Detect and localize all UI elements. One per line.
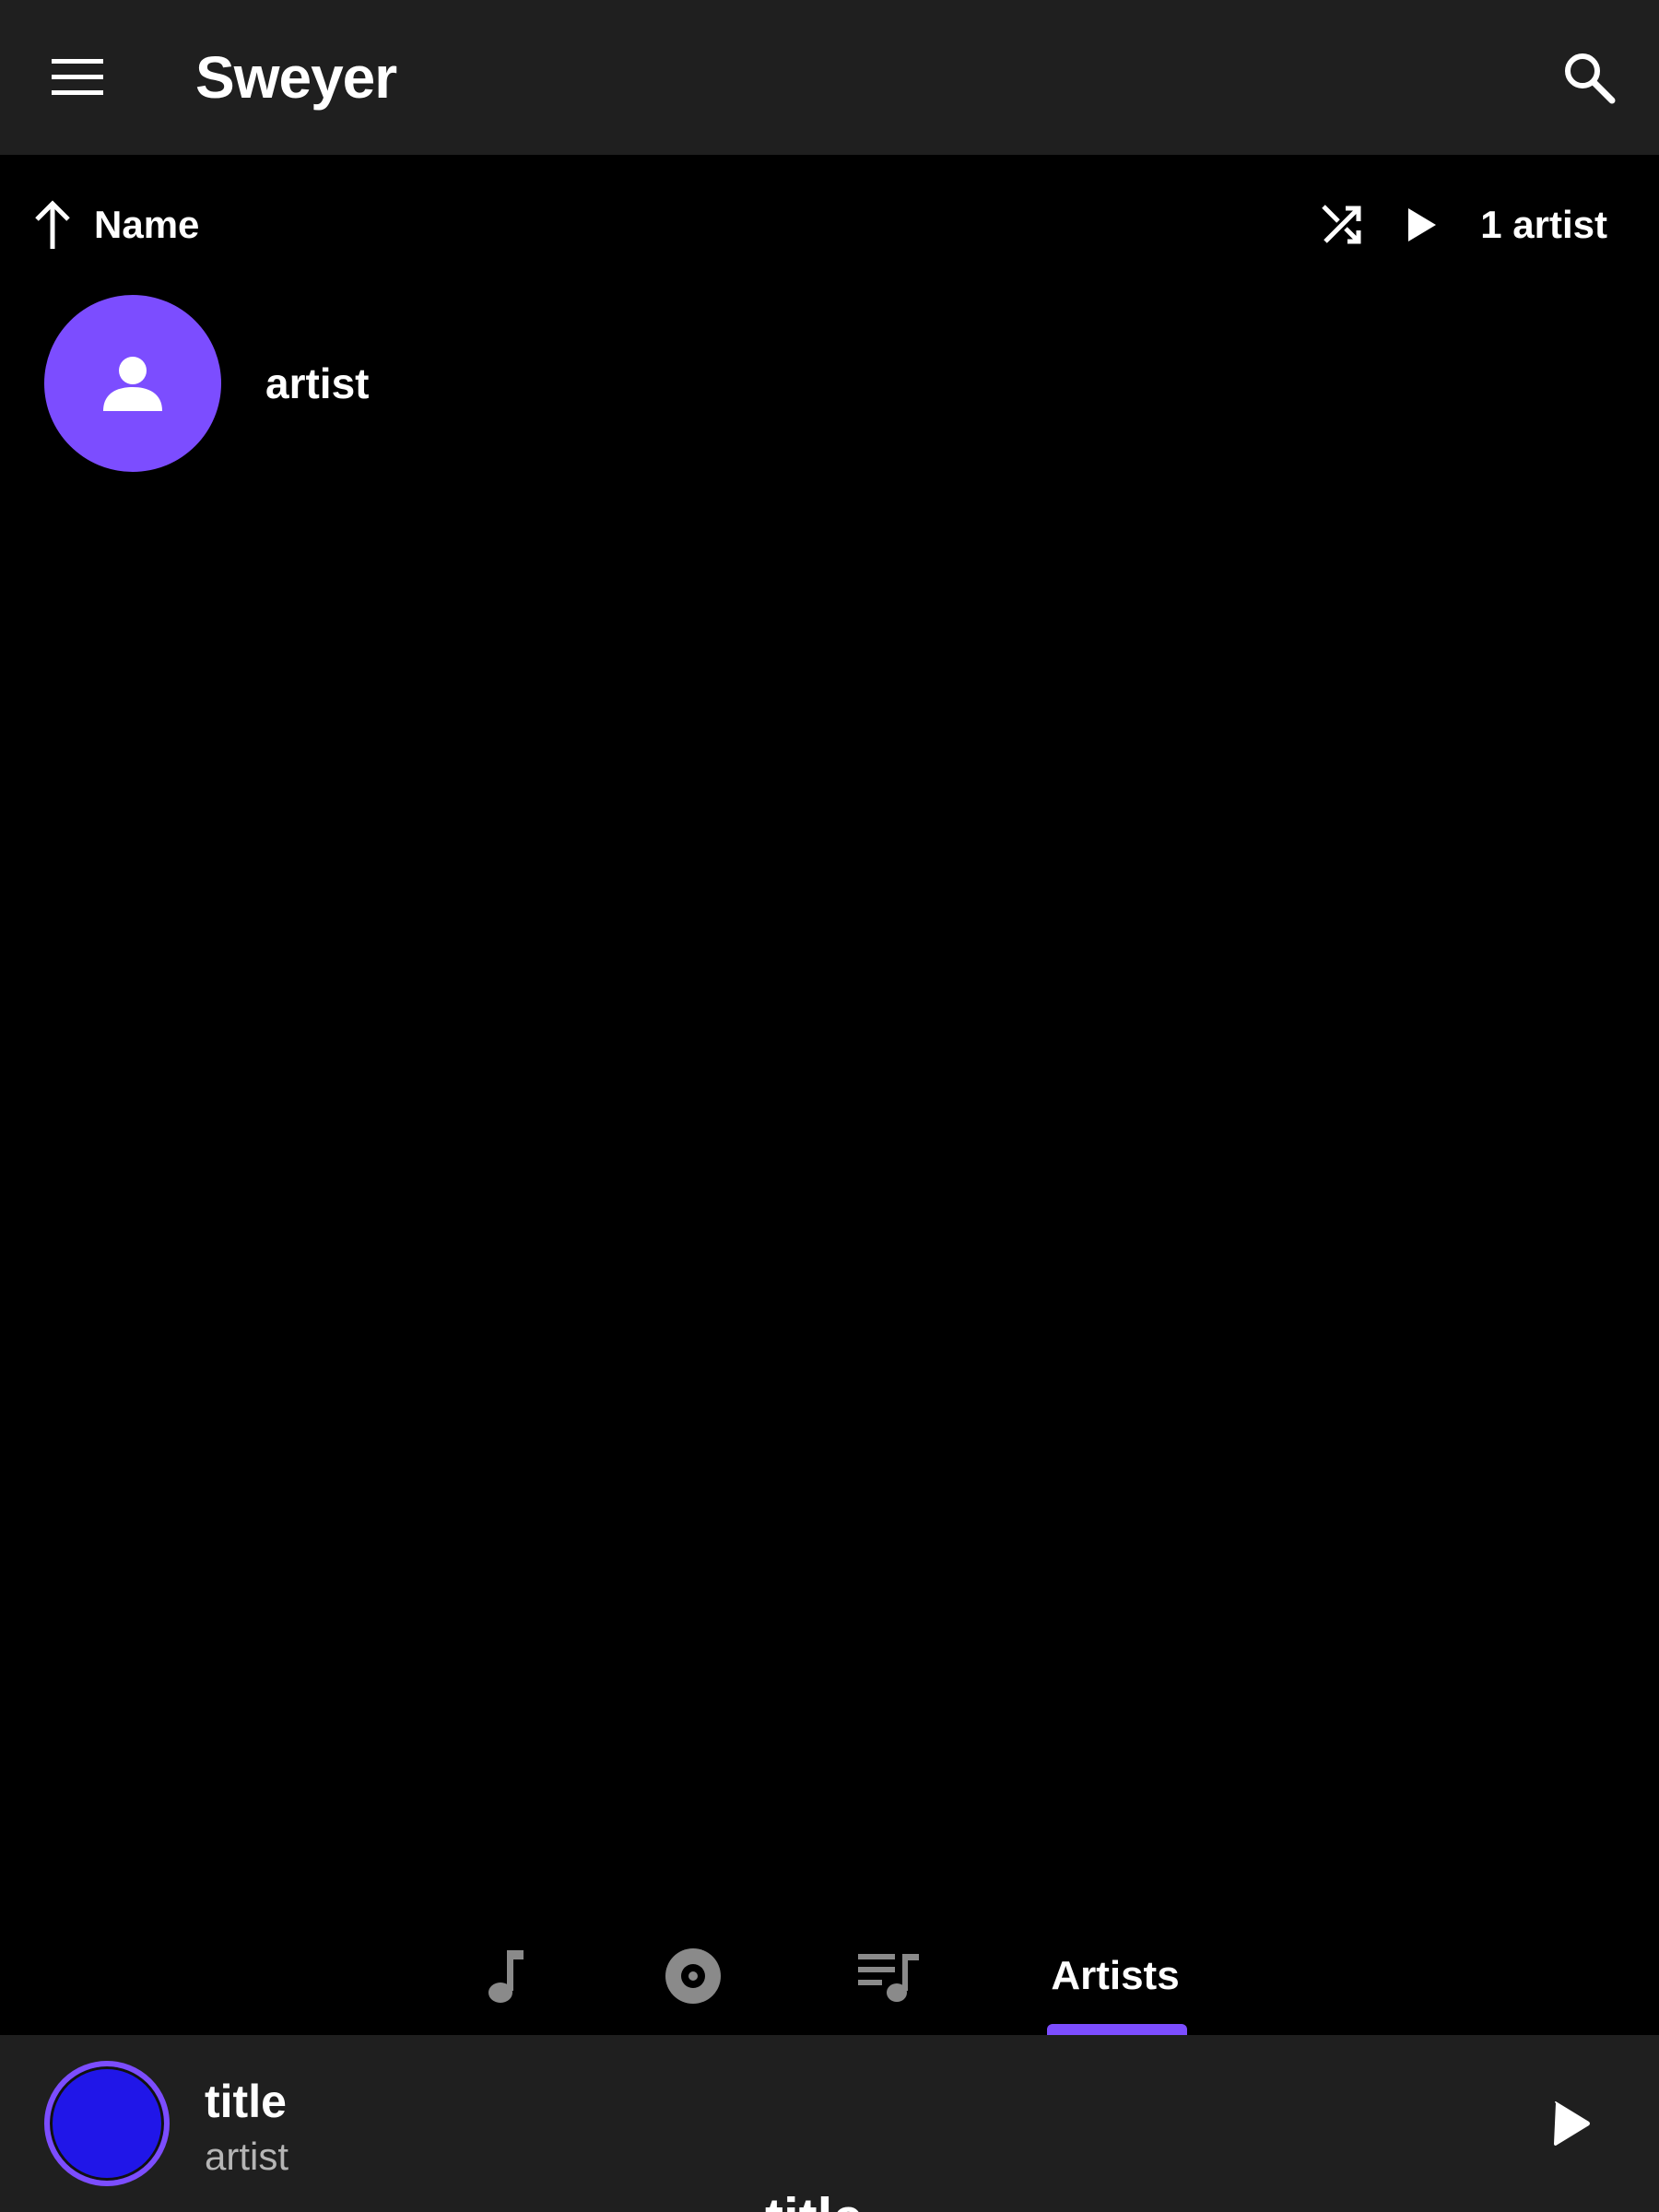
tab-artists-label: Artists xyxy=(1051,1953,1180,1998)
music-note-icon xyxy=(488,1950,524,2003)
arrow-up-icon xyxy=(35,200,70,249)
artist-name: artist xyxy=(265,359,370,407)
app-title: Sweyer xyxy=(195,44,397,111)
search-button[interactable] xyxy=(1541,33,1637,122)
hamburger-menu-icon xyxy=(52,59,103,95)
expanded-player-title-peek: title xyxy=(765,2186,864,2212)
app-root: Sweyer Name 1 artist artist Artists titl… xyxy=(0,0,1659,2212)
artist-list: artist xyxy=(0,291,1659,476)
tab-bar: Artists xyxy=(0,1917,1659,2035)
person-icon xyxy=(103,357,162,411)
active-tab-indicator xyxy=(1047,2024,1187,2035)
tab-albums[interactable] xyxy=(645,1917,741,2035)
player-play-button[interactable] xyxy=(1526,2079,1615,2168)
album-cover xyxy=(44,2061,170,2186)
list-header: Name 1 artist xyxy=(0,155,1659,291)
player-track-title: title xyxy=(205,2076,287,2127)
play-icon xyxy=(1554,2101,1590,2146)
shuffle-icon xyxy=(1322,205,1361,244)
top-app-bar: Sweyer xyxy=(0,0,1659,155)
playlist-icon xyxy=(858,1954,919,2002)
search-icon xyxy=(1565,53,1616,104)
album-icon xyxy=(665,1948,721,2004)
tab-artists[interactable]: Artists xyxy=(1041,1917,1189,2035)
tab-songs[interactable] xyxy=(461,1917,553,2035)
shuffle-button[interactable] xyxy=(1309,192,1375,258)
player-track-artist: artist xyxy=(205,2135,289,2178)
play-all-button[interactable] xyxy=(1388,192,1454,258)
sort-button[interactable]: Name xyxy=(33,192,199,258)
mini-player[interactable]: title artist title xyxy=(0,2035,1659,2212)
play-icon xyxy=(1408,208,1436,241)
list-item[interactable]: artist xyxy=(0,291,1659,476)
artist-count: 1 artist xyxy=(1480,203,1607,246)
menu-button[interactable] xyxy=(29,33,125,122)
tab-playlists[interactable] xyxy=(839,1917,940,2035)
sort-label: Name xyxy=(94,203,200,246)
artist-avatar xyxy=(44,295,221,472)
